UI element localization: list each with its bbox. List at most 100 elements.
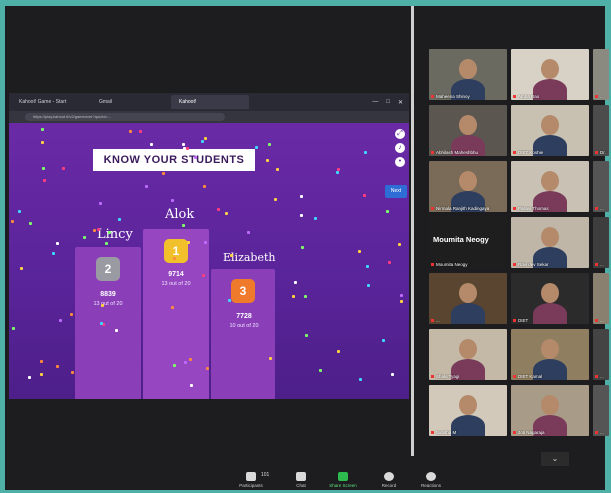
- participant-tile[interactable]: DIET Koshie: [511, 105, 589, 156]
- chat-button[interactable]: Chat: [281, 472, 321, 488]
- participant-name: DIET: [513, 318, 587, 323]
- participant-label: ...: [436, 318, 440, 323]
- podium-name-second: Lincy: [97, 227, 133, 242]
- participant-tile[interactable]: ...: [593, 49, 609, 100]
- confetti-piece: [203, 185, 206, 188]
- confetti-piece: [247, 231, 250, 234]
- participants-label: Participants: [239, 483, 263, 488]
- mic-muted-icon: [513, 263, 516, 266]
- participant-name: ...: [595, 206, 607, 211]
- participant-face: [459, 339, 477, 359]
- mic-muted-icon: [595, 151, 598, 154]
- confetti-piece: [217, 208, 220, 211]
- participant-tile[interactable]: Shalu Tyagi: [429, 329, 507, 380]
- confetti-piece: [268, 143, 271, 146]
- confetti-piece: [40, 360, 43, 363]
- zoom-window: Kahoot! Game - Start Gmail Kahoot! — □ ✕…: [5, 6, 609, 490]
- participant-tile[interactable]: Moumita Neogy Moumita Neogy: [429, 217, 507, 268]
- participant-label: ...: [600, 206, 604, 211]
- confetti-piece: [171, 306, 174, 309]
- podium-score-first: 9714: [168, 271, 184, 278]
- participant-tile[interactable]: Amba Rao: [511, 49, 589, 100]
- participant-label: Maheena Shinoy: [436, 94, 470, 99]
- participant-tile[interactable]: Abhilash Maheshbhu: [429, 105, 507, 156]
- confetti-piece: [56, 365, 59, 368]
- confetti-piece: [52, 252, 55, 255]
- confetti-piece: [225, 212, 228, 215]
- participant-tile[interactable]: DIET Kamal: [511, 329, 589, 380]
- browser-tab[interactable]: Kahoot! Game - Start: [11, 95, 89, 109]
- participant-tile[interactable]: ...: [593, 217, 609, 268]
- participant-tile[interactable]: Maheena Shinoy: [429, 49, 507, 100]
- confetti-piece: [206, 367, 209, 370]
- confetti-piece: [386, 210, 389, 213]
- participant-name: Pallavi Thomas: [513, 206, 587, 211]
- next-button[interactable]: Next: [385, 185, 407, 198]
- confetti-piece: [70, 313, 73, 316]
- confetti-piece: [184, 361, 187, 364]
- address-input[interactable]: https://play.kahoot.it/v2/gameover?quizI…: [25, 113, 225, 121]
- participant-name: ...: [595, 262, 607, 267]
- participant-tile[interactable]: ...: [593, 161, 609, 212]
- expand-icon[interactable]: ⤢: [395, 129, 405, 139]
- participant-tile[interactable]: Nirmala Ranjith Kadingaya: [429, 161, 507, 212]
- mic-muted-icon: [431, 375, 434, 378]
- confetti-piece: [300, 195, 303, 198]
- settings-icon[interactable]: •: [395, 157, 405, 167]
- confetti-piece: [301, 246, 304, 249]
- mic-muted-icon: [431, 151, 434, 154]
- participant-label: ...: [600, 262, 604, 267]
- participant-tile[interactable]: Dr. Harsh: [593, 105, 609, 156]
- maximize-icon[interactable]: □: [386, 99, 390, 106]
- participant-tile[interactable]: Sabitha M: [429, 385, 507, 436]
- browser-tab-active[interactable]: Kahoot!: [171, 95, 249, 109]
- participant-tile[interactable]: ...: [593, 273, 609, 324]
- confetti-piece: [43, 179, 46, 182]
- browser-urlbar: https://play.kahoot.it/v2/gameover?quizI…: [9, 111, 409, 123]
- participant-name: ...: [431, 318, 505, 323]
- participant-label: Joti Nagaraja: [518, 430, 545, 435]
- share-screen-button[interactable]: Share Screen: [323, 472, 363, 488]
- meeting-toolbar: Participants 101 Chat Share Screen Recor…: [5, 472, 605, 490]
- participant-label: ...: [600, 318, 604, 323]
- confetti-piece: [182, 143, 185, 146]
- participant-name: Shalu Tyagi: [431, 374, 505, 379]
- participant-label: ...: [600, 374, 604, 379]
- confetti-piece: [187, 241, 190, 244]
- participant-tile[interactable]: Ravi dev Sekar: [511, 217, 589, 268]
- browser-tab[interactable]: Gmail: [91, 95, 169, 109]
- participant-tile[interactable]: ...: [593, 329, 609, 380]
- confetti-piece: [28, 376, 31, 379]
- participants-count: 101: [261, 472, 270, 478]
- participant-tile[interactable]: DIET: [511, 273, 589, 324]
- confetti-piece: [276, 168, 279, 171]
- record-button[interactable]: Record: [369, 472, 409, 488]
- chat-label: Chat: [296, 483, 306, 488]
- podium-score-third: 7728: [236, 313, 252, 320]
- participant-name: Abhilash Maheshbhu: [431, 150, 505, 155]
- participant-label: DIET: [518, 318, 529, 323]
- minimize-icon[interactable]: —: [372, 99, 378, 106]
- pane-divider[interactable]: [411, 6, 414, 456]
- podium-subtitle-second: 13 out of 20: [93, 301, 123, 307]
- participant-face: [541, 115, 559, 135]
- mic-muted-icon: [595, 263, 598, 266]
- participant-tile[interactable]: Joti Nagaraja: [511, 385, 589, 436]
- participant-tile[interactable]: ...: [593, 385, 609, 436]
- reactions-button[interactable]: Reactions: [411, 472, 451, 488]
- mic-muted-icon: [595, 319, 598, 322]
- participant-tile[interactable]: ...: [429, 273, 507, 324]
- confetti-piece: [359, 378, 362, 381]
- confetti-piece: [150, 143, 153, 146]
- volume-icon[interactable]: ♪: [395, 143, 405, 153]
- participant-face: [541, 59, 559, 79]
- confetti-piece: [364, 151, 367, 154]
- participant-name: Nirmala Ranjith Kadingaya: [431, 206, 505, 211]
- participant-name: Dr. Harsh: [595, 150, 607, 155]
- confetti-piece: [173, 257, 176, 260]
- close-icon[interactable]: ✕: [398, 99, 403, 106]
- participant-tile[interactable]: Pallavi Thomas: [511, 161, 589, 212]
- chat-icon: [296, 472, 306, 481]
- scroll-down-icon[interactable]: ⌄: [541, 452, 569, 466]
- participant-label: ...: [600, 94, 604, 99]
